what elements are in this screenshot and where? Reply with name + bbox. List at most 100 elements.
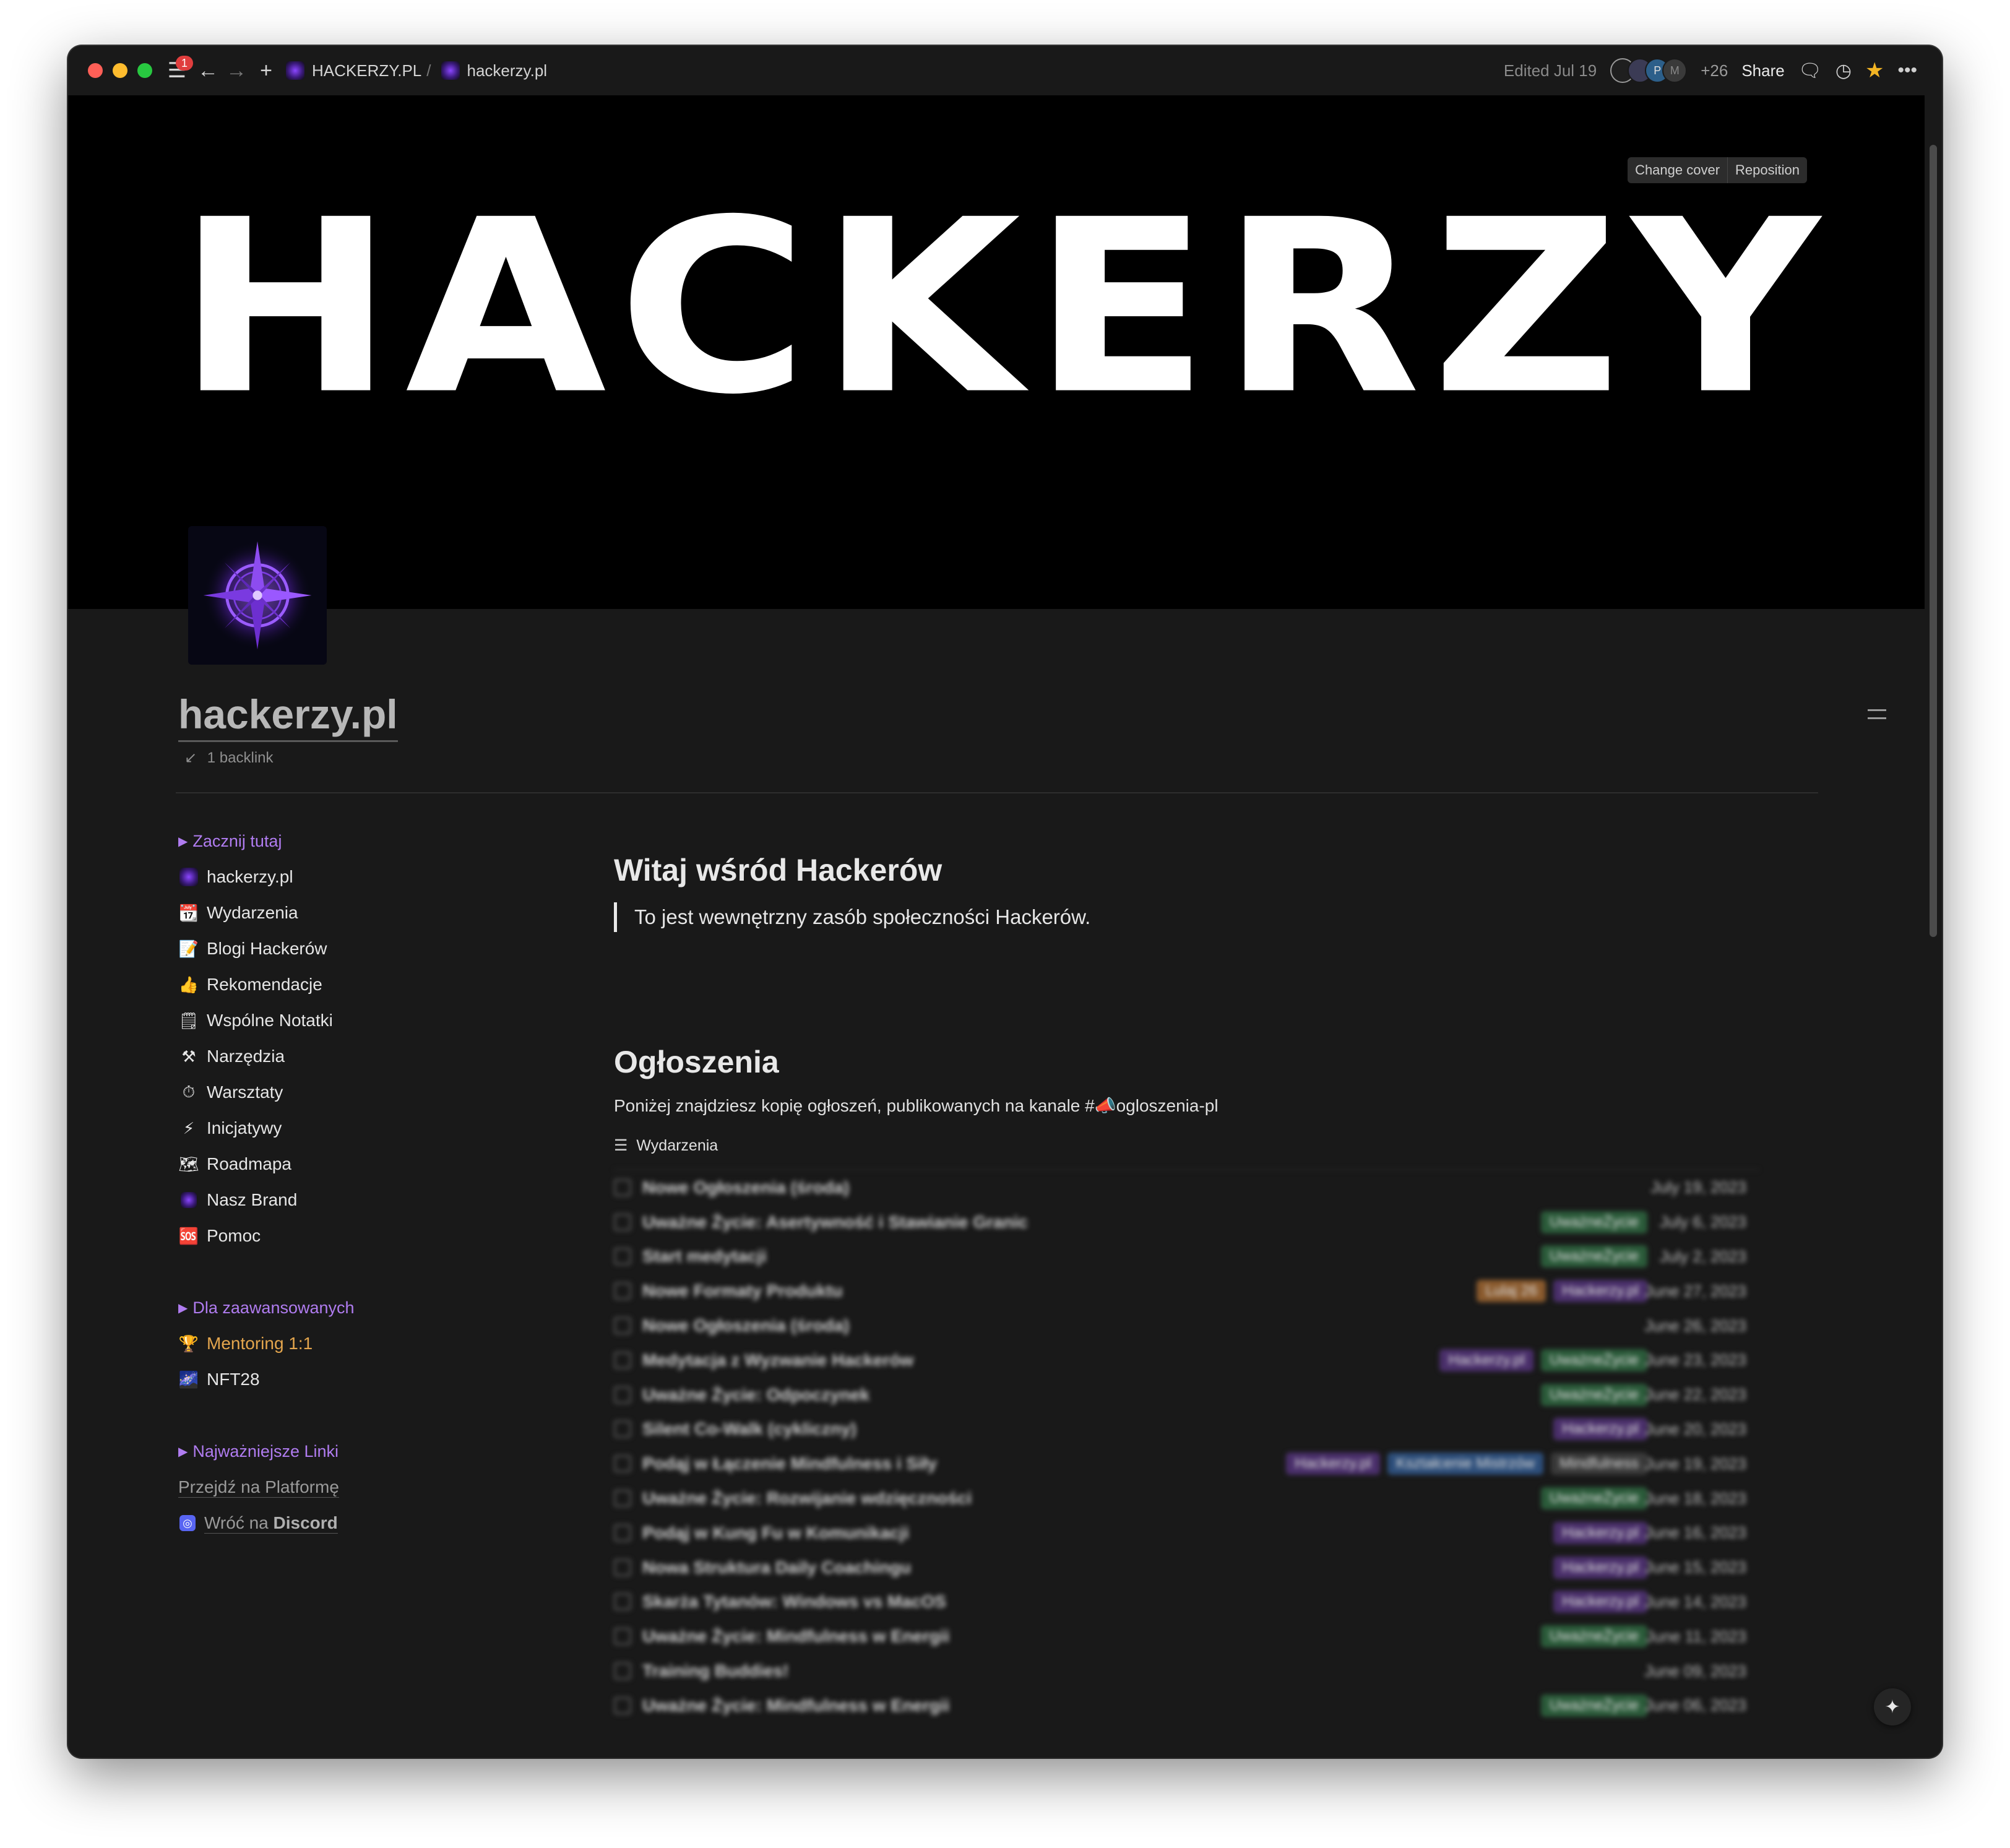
list-item-title: Uważne Życie: Mindfulness w Energii <box>642 1695 950 1715</box>
list-item-title: Training Buddies! <box>642 1661 789 1681</box>
list-item[interactable]: Nowa Struktura Daily Coachingu Hackerzy.p… <box>614 1550 1759 1585</box>
nav-item-label: Mentoring 1:1 <box>207 1334 313 1353</box>
nav-item-label: Roadmapa <box>207 1154 291 1173</box>
list-item[interactable]: Silent Co-Walk (cykliczny) Hackerzy.pl Jun… <box>614 1412 1759 1447</box>
close-window-button[interactable] <box>88 63 103 78</box>
nav-item-warsztaty[interactable]: ⏱ Warsztaty <box>178 1074 500 1110</box>
list-item[interactable]: Uważne Życie: Mindfulness w Energii Uważn… <box>614 1688 1759 1723</box>
back-arrow-icon[interactable]: ← <box>196 57 220 84</box>
list-item-title: Podąj w Łączenie Mindfulness i Siły <box>642 1454 938 1474</box>
announcements-heading: Ogłoszenia <box>614 1045 779 1079</box>
welcome-quote: To jest wewnętrzny zasób społeczności Ha… <box>614 902 1759 932</box>
comments-icon[interactable]: 🗨 <box>1798 60 1822 82</box>
backlinks[interactable]: ↙ 1 backlink <box>184 749 274 767</box>
thumbs-up-icon: 👍 <box>178 975 199 994</box>
change-cover-button[interactable]: Change cover <box>1628 157 1727 183</box>
list-item-title: Nowe Formaty Produktu <box>642 1281 843 1301</box>
platform-link[interactable]: Przejdź na Platformę <box>178 1477 339 1498</box>
list-item-date: June 11, 2023 <box>1646 1626 1746 1646</box>
map-icon: 🗺 <box>178 1154 199 1173</box>
more-collaborators-count[interactable]: +26 <box>1701 61 1728 80</box>
forward-arrow-icon[interactable]: → <box>224 57 249 84</box>
new-page-plus-icon[interactable]: + <box>254 57 278 84</box>
nav-item-narzedzia[interactable]: ⚒ Narzędzia <box>178 1038 500 1074</box>
tag-badge: UważneŻycie <box>1540 1245 1647 1268</box>
minimize-window-button[interactable] <box>113 63 127 78</box>
breadcrumb-root[interactable]: HACKERZY.PL <box>312 61 421 80</box>
nav-item-label: Warsztaty <box>207 1082 283 1102</box>
main-content: Witaj wśród Hackerów To jest wewnętrzny … <box>614 850 1759 1723</box>
divider <box>176 792 1818 793</box>
nav-item-label: NFT28 <box>207 1370 260 1389</box>
page-icon-compass-logo[interactable] <box>188 526 327 665</box>
nav-item-notatki[interactable]: 🗒 Wspólne Notatki <box>178 1003 500 1038</box>
table-of-contents-icon[interactable] <box>1868 703 1886 725</box>
zoom-window-button[interactable] <box>137 63 152 78</box>
discord-link-strong: Discord <box>273 1513 338 1532</box>
list-item[interactable]: Skarża Tytanów: Windows vs MacOS Hackerzy… <box>614 1585 1759 1620</box>
list-item-title: Podąj w Kung Fu w Komunikacji <box>642 1522 909 1542</box>
scrollbar[interactable] <box>1927 95 1939 1758</box>
page-icon <box>614 1593 631 1611</box>
scrollbar-thumb[interactable] <box>1930 145 1937 937</box>
nav-item-label: Narzędzia <box>207 1047 285 1066</box>
nav-item-mentoring[interactable]: 🏆 Mentoring 1:1 <box>178 1326 500 1362</box>
database-view-title[interactable]: ☰ Wydarzenia <box>614 1133 1759 1158</box>
list-item[interactable]: Nowe Formaty Produktu Lulaj 26 Hackerzy.pl… <box>614 1274 1759 1308</box>
ai-assistant-sparkle-icon[interactable]: ✦ <box>1874 1688 1911 1725</box>
list-item[interactable]: Training Buddies! June 09, 2023 <box>614 1654 1759 1688</box>
nav-item-rekomendacje[interactable]: 👍 Rekomendacje <box>178 967 500 1003</box>
list-item[interactable]: Nowe Ogłoszenia (środa) July 19, 2023 <box>614 1170 1759 1205</box>
nav-item-blogi[interactable]: 📝 Blogi Hackerów <box>178 931 500 967</box>
toggle-zacznij-tutaj[interactable]: ▶ Zacznij tutaj <box>178 823 500 859</box>
breadcrumb-page[interactable]: hackerzy.pl <box>467 61 548 80</box>
list-item-tags: UważneŻycie <box>1540 1625 1647 1648</box>
list-item[interactable]: Podąj w Kung Fu w Komunikacji Hackerzy.pl… <box>614 1516 1759 1550</box>
welcome-heading: Witaj wśród Hackerów <box>614 853 942 887</box>
stopwatch-icon: ⏱ <box>182 1082 196 1101</box>
tag-badge: Lulaj 26 <box>1477 1280 1546 1303</box>
nav-item-hackerzy[interactable]: hackerzy.pl <box>178 859 500 895</box>
share-button[interactable]: Share <box>1741 61 1784 80</box>
sos-icon: 🆘 <box>178 1226 199 1245</box>
page-icon <box>614 1282 631 1300</box>
page-title[interactable]: hackerzy.pl <box>178 689 398 742</box>
nav-item-pomoc[interactable]: 🆘 Pomoc <box>178 1218 500 1254</box>
toggle-najwazniejsze-linki[interactable]: ▶ Najważniejsze Linki <box>178 1433 500 1469</box>
toggle-dla-zaawansowanych[interactable]: ▶ Dla zaawansowanych <box>178 1290 500 1326</box>
list-item[interactable]: Start medytacji UważneŻycie July 2, 2023 <box>614 1240 1759 1274</box>
page-icon <box>614 1178 631 1196</box>
favorite-star-icon[interactable]: ★ <box>1865 58 1884 83</box>
reposition-button[interactable]: Reposition <box>1727 157 1807 183</box>
tag-badge: Hackerzy.pl <box>1553 1521 1647 1544</box>
list-item[interactable]: Uważne Życie: Rozwijanie wdzięczności Uwa… <box>614 1481 1759 1516</box>
link-platform[interactable]: Przejdź na Platformę <box>178 1469 500 1505</box>
list-item[interactable]: Medytacja z Wyzwanie Hackerów Hackerzy.pl… <box>614 1343 1759 1378</box>
list-item[interactable]: Uważne Życie: Asertywność i Stawianie Gr… <box>614 1205 1759 1240</box>
topbar-actions: Edited Jul 19 P M +26 Share 🗨 ◷ ★ ••• <box>1504 57 1917 84</box>
list-item[interactable]: Nowe Ogłoszenia (środa) June 26, 2023 <box>614 1308 1759 1343</box>
more-options-icon[interactable]: ••• <box>1897 60 1917 81</box>
nav-item-wydarzenia[interactable]: 📆 Wydarzenia <box>178 895 500 931</box>
tag-badge: UważneŻycie <box>1540 1487 1647 1510</box>
nav-item-roadmapa[interactable]: 🗺 Roadmapa <box>178 1146 500 1182</box>
history-clock-icon[interactable]: ◷ <box>1835 60 1852 82</box>
list-item-date: June 18, 2023 <box>1644 1488 1746 1508</box>
section-label: Dla zaawansowanych <box>192 1298 355 1317</box>
tag-badge: Hackerzy.pl <box>1553 1591 1647 1613</box>
nav-item-nft28[interactable]: 🌌 NFT28 <box>178 1362 500 1397</box>
list-item[interactable]: Uważne Życie: Mindfulness w Energii Uważn… <box>614 1619 1759 1654</box>
list-item-date: June 22, 2023 <box>1644 1385 1746 1404</box>
brand-logo-icon <box>178 1192 199 1208</box>
nav-item-inicjatywy[interactable]: ⚡ Inicjatywy <box>178 1110 500 1146</box>
tag-badge: UważneŻycie <box>1540 1694 1647 1717</box>
list-item-date: June 23, 2023 <box>1644 1350 1746 1370</box>
nav-item-label: Rekomendacje <box>207 975 322 994</box>
nav-item-brand[interactable]: Nasz Brand <box>178 1182 500 1218</box>
link-discord[interactable]: ◎ Wróć na Discord <box>178 1505 500 1541</box>
list-item-tags: Hackerzy.pl UważneŻycie <box>1439 1349 1647 1371</box>
list-item[interactable]: Uważne Życie: Odpoczynek UważneŻycie June … <box>614 1378 1759 1412</box>
collaborator-avatars[interactable]: P M <box>1610 58 1688 83</box>
discord-link[interactable]: Wróć na Discord <box>204 1513 338 1534</box>
list-item[interactable]: Podąj w Łączenie Mindfulness i Siły Hacke… <box>614 1446 1759 1481</box>
